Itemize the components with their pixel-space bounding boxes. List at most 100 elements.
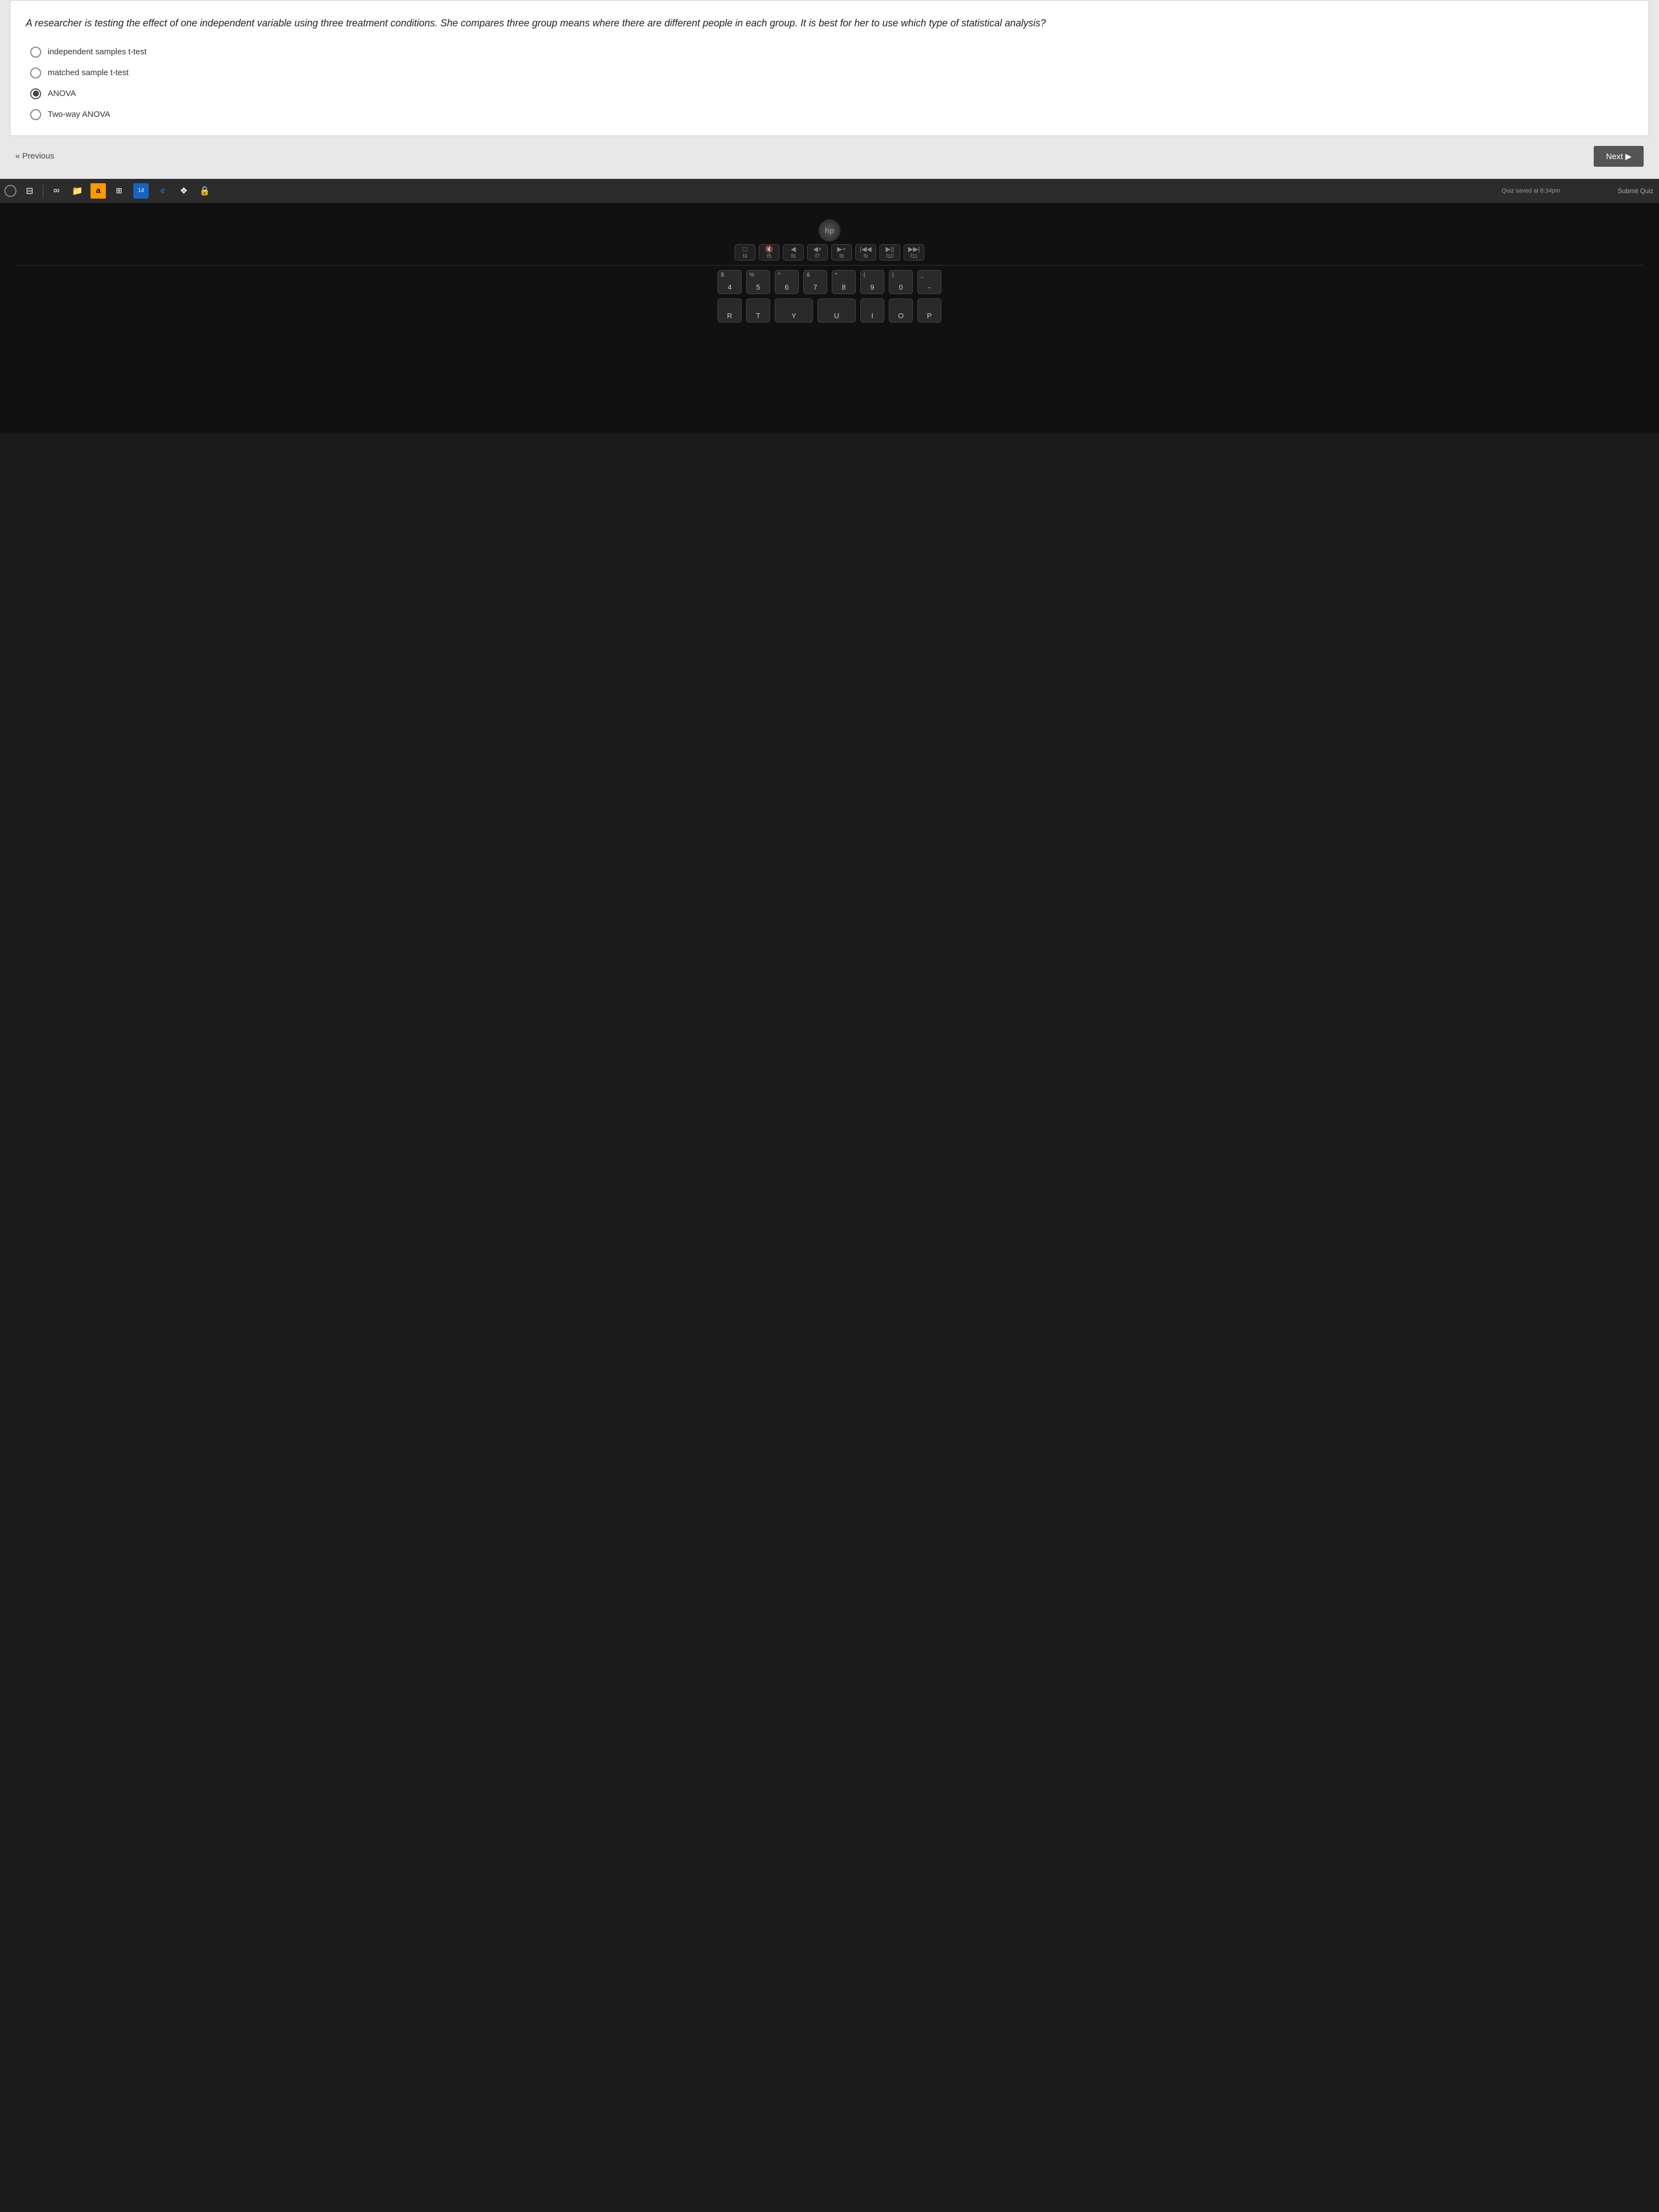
key-0-top: ) (892, 272, 894, 278)
option-2[interactable]: matched sample t-test (30, 67, 1629, 78)
key-0-bottom: 0 (899, 283, 902, 291)
key-u[interactable]: U (817, 298, 856, 323)
keyboard-divider (16, 265, 1643, 266)
key-u-label: U (834, 312, 839, 320)
start-circle[interactable] (4, 185, 16, 197)
badge-number: 14 (138, 188, 144, 194)
option-4[interactable]: Two-way ANOVA (30, 109, 1629, 120)
keyboard-area: hp □ f4 🔇 f5 ◀ f6 ◀+ f7 ▶+ f8 (0, 203, 1659, 433)
next-button[interactable]: Next ▶ (1594, 146, 1644, 167)
key-7-bottom: 7 (813, 283, 817, 291)
key-r-label: R (727, 312, 732, 320)
previous-button[interactable]: « Previous (15, 151, 54, 161)
option-1-label: independent samples t-test (48, 47, 146, 57)
radio-inner-dot (33, 91, 39, 97)
f11-key[interactable]: ▶▶| f11 (904, 244, 924, 261)
f6-icon: ◀ (791, 245, 795, 253)
key-r[interactable]: R (718, 298, 742, 323)
f10-icon: ▶|| (885, 245, 894, 253)
key-t-label: T (756, 312, 760, 320)
f10-key[interactable]: ▶|| f10 (879, 244, 900, 261)
key-7[interactable]: & 7 (803, 270, 827, 294)
key-p-label: P (927, 312, 932, 320)
security-icon[interactable]: 🔒 (197, 183, 212, 199)
key-p[interactable]: P (917, 298, 941, 323)
option-4-label: Two-way ANOVA (48, 110, 110, 119)
key-i-label: I (871, 312, 873, 320)
f7-icon: ◀+ (813, 245, 822, 253)
f9-key[interactable]: |◀◀ f9 (855, 244, 876, 261)
option-3-label: ANOVA (48, 89, 76, 98)
f5-label: f5 (767, 253, 771, 259)
number-row: $ 4 % 5 ^ 6 & 7 * 8 ( 9 (16, 270, 1643, 294)
key-9-top: ( (864, 272, 865, 278)
option-3[interactable]: ANOVA (30, 88, 1629, 99)
key-8-top: * (835, 272, 837, 278)
key-5-top: % (749, 272, 754, 278)
f11-icon: ▶▶| (908, 245, 920, 253)
dropbox-icon[interactable]: ❖ (176, 183, 191, 199)
f4-label: f4 (743, 253, 747, 259)
f11-label: f11 (910, 253, 917, 259)
key-y[interactable]: Y (775, 298, 813, 323)
f5-key[interactable]: 🔇 f5 (759, 244, 780, 261)
amazon-icon[interactable]: a (91, 183, 106, 199)
f10-label: f10 (886, 253, 894, 259)
radio-option-1[interactable] (30, 47, 41, 58)
option-2-label: matched sample t-test (48, 68, 129, 77)
f6-key[interactable]: ◀ f6 (783, 244, 804, 261)
key-8[interactable]: * 8 (832, 270, 856, 294)
submit-quiz-button[interactable]: Submit Quiz (1618, 187, 1654, 195)
key-o[interactable]: O (889, 298, 913, 323)
taskbar: ⊟ ∞ 📁 a ⊞ 14 e ❖ 🔒 Quiz saved at 8:34pm … (0, 179, 1659, 203)
badge-app[interactable]: 14 (132, 182, 150, 200)
quiz-content: A researcher is testing the effect of on… (10, 0, 1649, 136)
nav-row: « Previous Next ▶ (0, 136, 1659, 179)
key-5-bottom: 5 (756, 283, 760, 291)
quiz-area: A researcher is testing the effect of on… (0, 0, 1659, 179)
infinity-icon[interactable]: ∞ (49, 183, 64, 199)
letter-row: R T Y U I O P (16, 298, 1643, 323)
answer-options: independent samples t-test matched sampl… (26, 47, 1633, 120)
f6-label: f6 (791, 253, 795, 259)
key-t[interactable]: T (746, 298, 770, 323)
key-9-bottom: 9 (870, 283, 874, 291)
task-view-icon[interactable]: ⊟ (22, 183, 37, 199)
files-icon[interactable]: 📁 (70, 183, 85, 199)
f9-label: f9 (864, 253, 868, 259)
hp-logo-area: hp (0, 214, 1659, 244)
key-4[interactable]: $ 4 (718, 270, 742, 294)
key-6-bottom: 6 (785, 283, 788, 291)
key-5[interactable]: % 5 (746, 270, 770, 294)
key-7-top: & (806, 272, 810, 278)
f5-icon: 🔇 (765, 245, 774, 253)
key-6-top: ^ (778, 272, 781, 278)
edge-browser-icon[interactable]: e (155, 183, 171, 199)
f8-label: f8 (839, 253, 844, 259)
key-9[interactable]: ( 9 (860, 270, 884, 294)
key-4-top: $ (721, 272, 724, 278)
key-i[interactable]: I (860, 298, 884, 323)
f4-key[interactable]: □ f4 (735, 244, 755, 261)
key-minus-bottom: - (928, 283, 930, 291)
windows-store-icon[interactable]: ⊞ (111, 183, 127, 199)
f8-key[interactable]: ▶+ f8 (831, 244, 852, 261)
radio-option-3-selected[interactable] (30, 88, 41, 99)
f4-icon: □ (743, 245, 747, 253)
f7-key[interactable]: ◀+ f7 (807, 244, 828, 261)
key-8-bottom: 8 (842, 283, 845, 291)
key-0[interactable]: ) 0 (889, 270, 913, 294)
radio-option-2[interactable] (30, 67, 41, 78)
f7-label: f7 (815, 253, 820, 259)
key-minus[interactable]: _ - (917, 270, 941, 294)
quiz-saved-status: Quiz saved at 8:34pm (1502, 188, 1560, 194)
key-o-label: O (898, 312, 904, 320)
question-text: A researcher is testing the effect of on… (26, 16, 1633, 31)
option-1[interactable]: independent samples t-test (30, 47, 1629, 58)
radio-option-4[interactable] (30, 109, 41, 120)
key-y-label: Y (792, 312, 797, 320)
key-minus-top: _ (921, 272, 924, 278)
key-6[interactable]: ^ 6 (775, 270, 799, 294)
keyboard-rows: □ f4 🔇 f5 ◀ f6 ◀+ f7 ▶+ f8 |◀◀ f9 (0, 244, 1659, 323)
hp-logo: hp (819, 219, 840, 241)
